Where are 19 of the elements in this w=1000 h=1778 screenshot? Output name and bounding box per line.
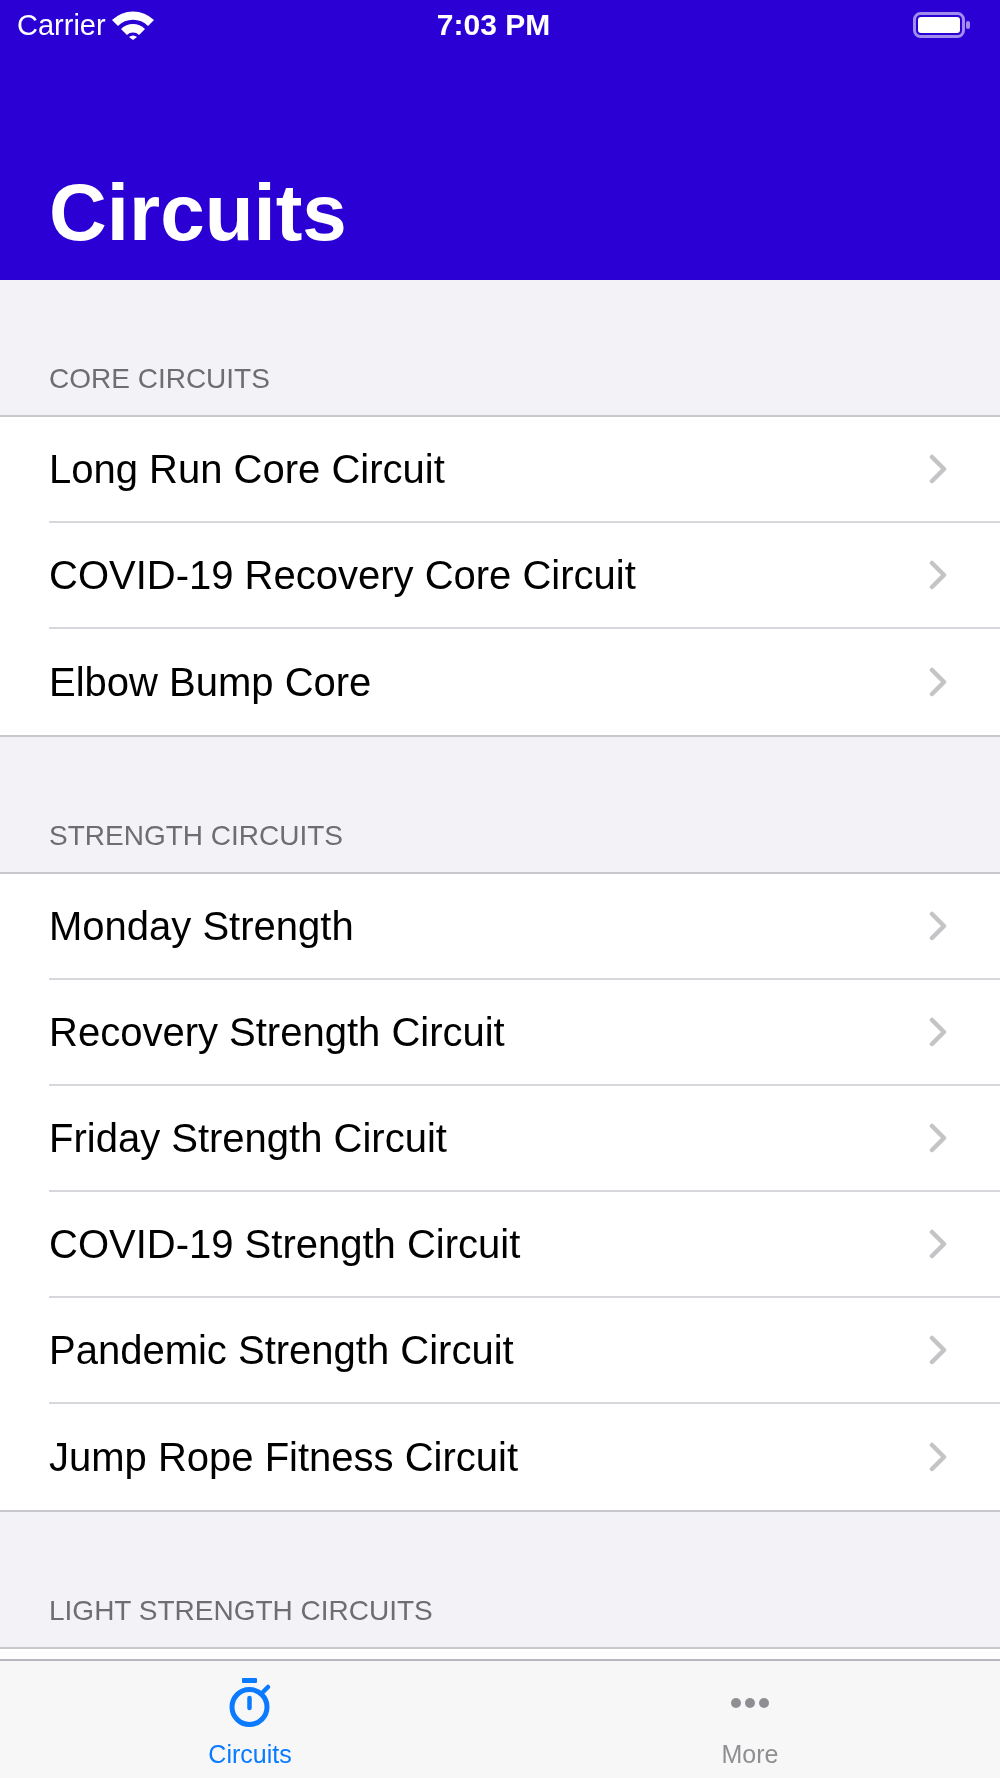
tab-item[interactable]: Circuits (0, 1661, 500, 1778)
chevron-right-icon (929, 1229, 947, 1259)
section-header: LIGHT STRENGTH CIRCUITS (48, 1594, 434, 1628)
stopwatch-icon (228, 1678, 272, 1728)
more-icon (731, 1698, 769, 1708)
page-title: Circuits (49, 167, 347, 259)
chevron-right-icon (929, 560, 947, 590)
battery-icon (913, 12, 970, 38)
carrier-label: Carrier (17, 8, 106, 42)
chevron-right-icon (929, 1123, 947, 1153)
chevron-right-icon (929, 911, 947, 941)
status-time: 7:03 PM (436, 8, 551, 42)
chevron-right-icon (929, 667, 947, 697)
chevron-right-icon (929, 1442, 947, 1472)
section-header: STRENGTH CIRCUITS (48, 819, 344, 853)
chevron-right-icon (929, 1017, 947, 1047)
section-header: CORE CIRCUITS (48, 362, 271, 396)
chevron-right-icon (929, 1335, 947, 1365)
chevron-right-icon (929, 454, 947, 484)
